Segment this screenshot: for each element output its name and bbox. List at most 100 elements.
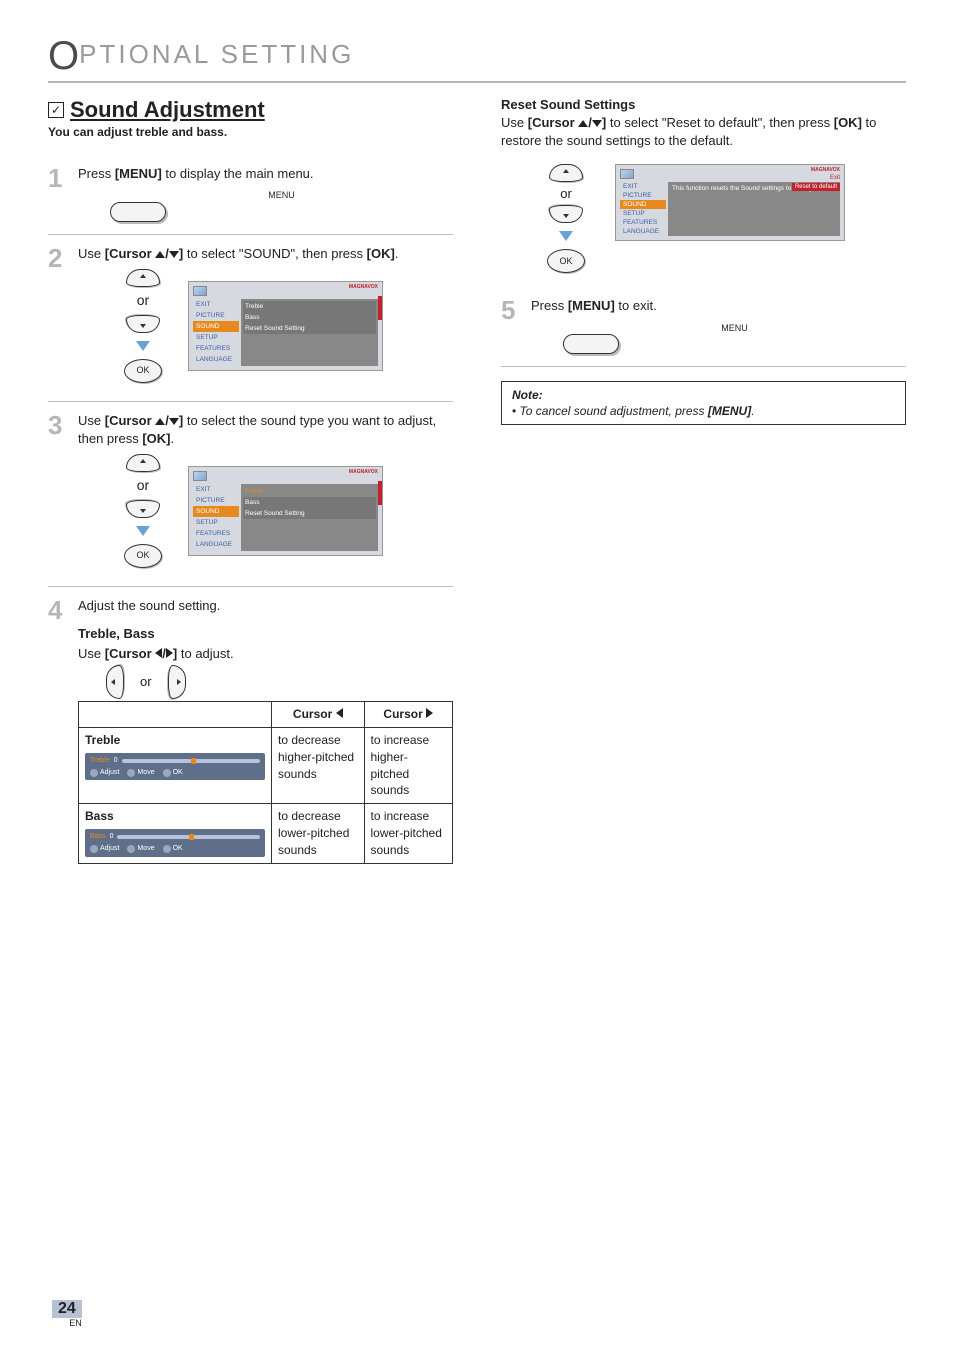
step-number: 4 [48, 597, 68, 864]
subsection-title: Reset Sound Settings [501, 97, 906, 112]
cursor-up-icon [126, 454, 160, 472]
control-icon [163, 845, 171, 853]
setting-name: Bass [85, 809, 114, 823]
indicator-stripe [378, 481, 382, 489]
flow-arrow-icon [136, 341, 150, 351]
step-3: 3 Use [Cursor /] to select the sound typ… [48, 402, 453, 587]
step-text: Press [531, 298, 568, 313]
osd-item: SETUP [193, 332, 239, 343]
indicator-stripe [378, 312, 382, 320]
table-cell: to increase lower-pitched sounds [364, 804, 453, 863]
step-number: 2 [48, 245, 68, 389]
table-cell: to decrease lower-pitched sounds [272, 804, 365, 863]
table-header-row: Cursor Cursor [79, 702, 453, 728]
osd-left-menu: EXIT PICTURE SOUND SETUP FEATURES LANGUA… [193, 299, 239, 366]
osd-item-selected: SOUND [193, 506, 239, 517]
osd-menu-screenshot: MAGNAVOX EXIT PICTURE SOUND SETUP FEATUR… [188, 281, 383, 371]
table-row: Treble Treble 0 Adjust Mo [79, 728, 453, 804]
columns: ✓ Sound Adjustment You can adjust treble… [48, 97, 906, 876]
cursor-down-icon [549, 205, 583, 223]
cursor-label: [Cursor [528, 115, 579, 130]
page-number: 24 [58, 1300, 76, 1317]
osd-item: FEATURES [620, 218, 666, 227]
brand-logo: MAGNAVOX [349, 284, 378, 291]
table-header: Cursor [364, 702, 453, 728]
control-label: OK [173, 768, 183, 778]
control-label: Adjust [100, 844, 119, 854]
cursor-label: [Cursor [105, 246, 156, 261]
menu-button-label: MENU [110, 189, 453, 202]
step-text: Use [78, 413, 105, 428]
control-icon [90, 769, 98, 777]
checkbox-icon: ✓ [48, 102, 64, 118]
slider-value: 0 [114, 756, 118, 766]
osd-item-selected: SOUND [193, 321, 239, 332]
step-text: to select "SOUND", then press [183, 246, 366, 261]
menu-key-label: [MENU] [115, 166, 162, 181]
menu-key-label: [MENU] [568, 298, 615, 313]
step-text: to exit. [615, 298, 657, 313]
slider-name: Bass [90, 832, 106, 842]
indicator-stripe [378, 304, 382, 312]
up-arrow-icon [578, 120, 588, 127]
header-text: Cursor [293, 707, 332, 721]
note-title: Note: [512, 388, 895, 402]
step-number: 1 [48, 165, 68, 222]
osd-item: SETUP [193, 517, 239, 528]
indicator-stripe [378, 296, 382, 304]
step-body: Adjust the sound setting. Treble, Bass U… [78, 597, 453, 864]
step-5: 5 Press [MENU] to exit. MENU [501, 287, 906, 367]
tv-icon [193, 286, 207, 296]
tv-icon [193, 471, 207, 481]
flow-arrow-icon [136, 526, 150, 536]
cursor-right-icon [168, 665, 186, 699]
header-text: Cursor [383, 707, 422, 721]
or-label: or [140, 673, 152, 691]
step-body: Press [MENU] to display the main menu. M… [78, 165, 453, 222]
step-1: 1 Press [MENU] to display the main menu.… [48, 155, 453, 235]
tv-icon [620, 169, 634, 179]
left-arrow-icon [155, 648, 162, 658]
slider-widget: Treble 0 Adjust Move OK [85, 753, 265, 781]
slider-value: 0 [110, 832, 114, 842]
control-label: Move [137, 844, 154, 854]
step-text: to adjust. [177, 646, 233, 661]
section-intro: You can adjust treble and bass. [48, 125, 453, 139]
adjustment-table: Cursor Cursor Treble Treble 0 [78, 701, 453, 863]
osd-item: EXIT [193, 484, 239, 495]
osd-sub-item: Reset Sound Setting [243, 508, 376, 519]
keys-column: or OK [108, 454, 178, 568]
osd-item: LANGUAGE [193, 539, 239, 550]
step-text: . [395, 246, 399, 261]
table-header: Cursor [272, 702, 365, 728]
down-arrow-icon [592, 120, 602, 127]
menu-button-label: MENU [563, 322, 906, 335]
table-cell: to decrease higher-pitched sounds [272, 728, 365, 804]
key-illustration-row: or OK MAGNAVOX EXIT PICTURE [108, 269, 453, 383]
osd-menu-screenshot: MAGNAVOX EXIT PICTURE SOUND SETUP FEATUR… [188, 466, 383, 556]
step-4: 4 Adjust the sound setting. Treble, Bass… [48, 587, 453, 876]
title-initial: O [48, 34, 79, 78]
title-rest: PTIONAL SETTING [79, 39, 354, 69]
osd-right-submenu: Treble Bass Reset Sound Setting [241, 484, 378, 551]
ok-button-icon: OK [124, 544, 162, 568]
menu-button-icon [563, 334, 619, 354]
osd-item: PICTURE [620, 191, 666, 200]
step-text: Use [501, 115, 528, 130]
control-icon [127, 769, 135, 777]
indicator-stripe [378, 489, 382, 497]
step-text: to display the main menu. [162, 166, 314, 181]
cursor-up-icon [549, 164, 583, 182]
keys-column: or OK [108, 269, 178, 383]
subsection-title: Treble, Bass [78, 625, 453, 643]
brand-logo: MAGNAVOX [349, 469, 378, 476]
osd-item: LANGUAGE [193, 354, 239, 365]
step-body: Use [Cursor /] to select "SOUND", then p… [78, 245, 453, 389]
cursor-label: [Cursor [105, 413, 156, 428]
cursor-up-icon [126, 269, 160, 287]
note-text: . [751, 404, 754, 418]
step-body: Use [Cursor /] to select the sound type … [78, 412, 453, 574]
note-item: To cancel sound adjustment, press [MENU]… [512, 404, 895, 418]
slider-widget: Bass 0 Adjust Move OK [85, 829, 265, 857]
menu-button-graphic: MENU [110, 189, 453, 222]
